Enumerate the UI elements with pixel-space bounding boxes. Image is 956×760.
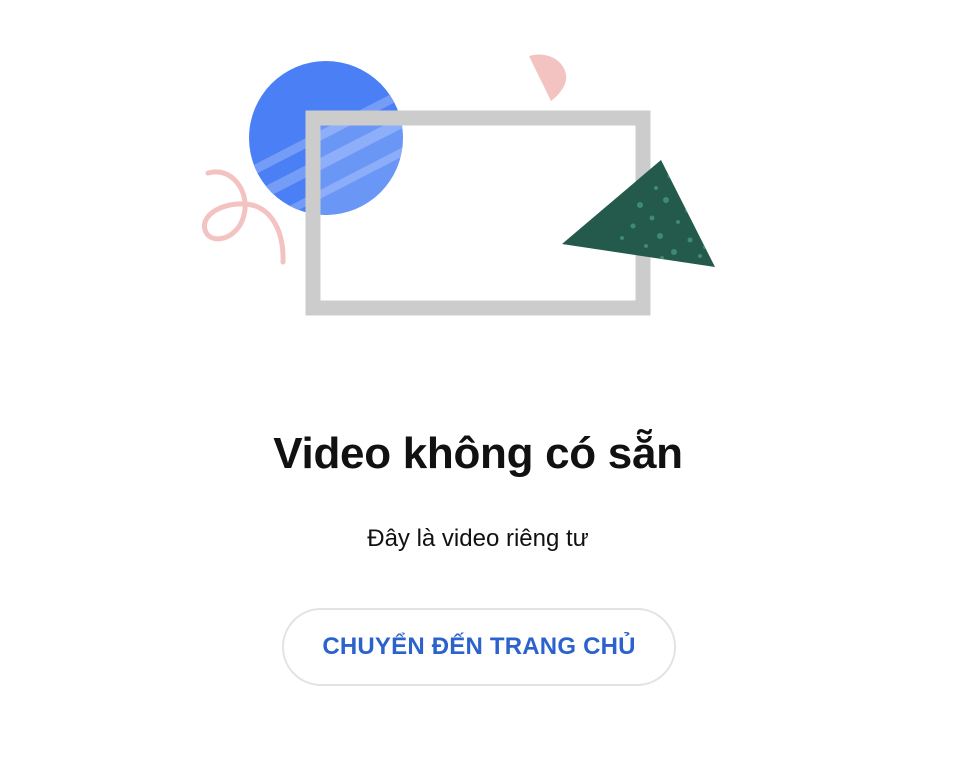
error-message: Đây là video riêng tư [367,525,589,552]
pink-semicircle-shape [529,54,567,101]
page-title: Video không có sẵn [273,429,683,478]
unavailable-video-page: Video không có sẵn Đây là video riêng tư… [0,0,956,760]
blue-circle-shape [249,61,406,215]
go-to-home-button[interactable]: CHUYỂN ĐẾN TRANG CHỦ [282,608,676,686]
video-unavailable-illustration [202,54,715,316]
